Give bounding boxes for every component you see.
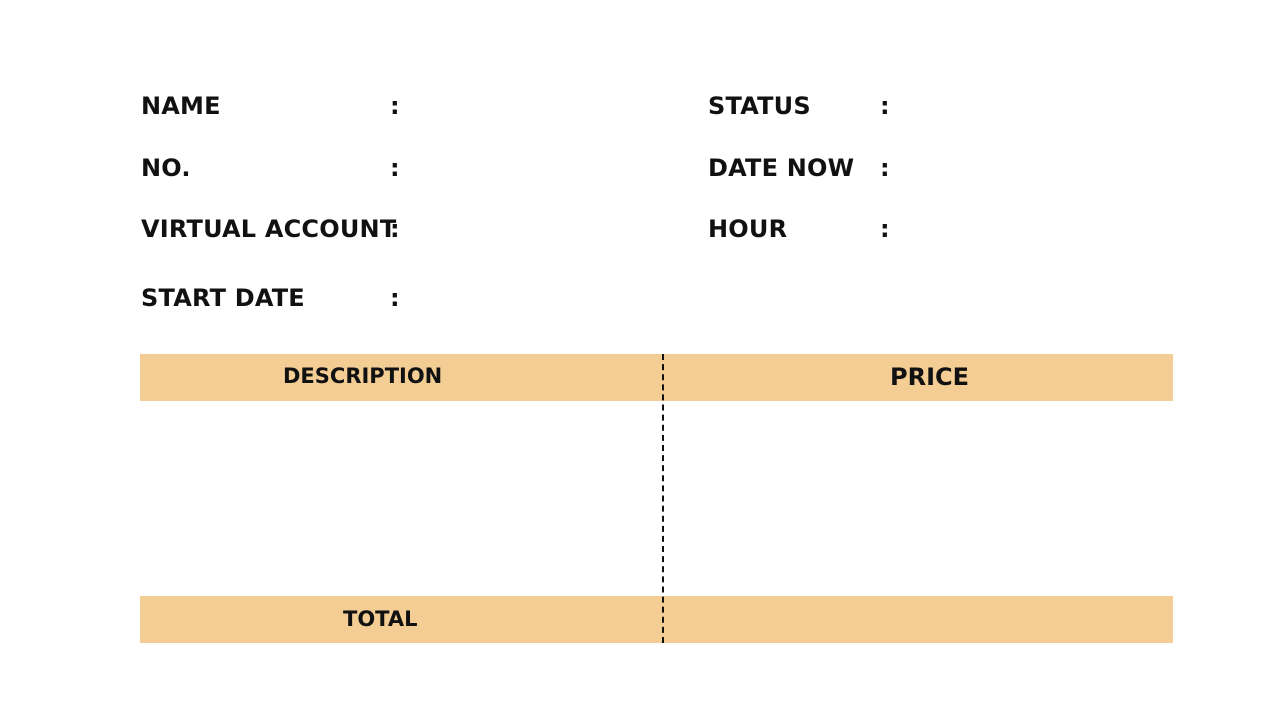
name-label: NAME [141,92,221,120]
hour-label: HOUR [708,215,788,243]
virtual-account-separator: : [390,215,400,243]
table-total-band: TOTAL [140,596,1173,643]
date-now-separator: : [880,154,890,182]
number-label: NO. [141,154,191,182]
total-label: TOTAL [343,607,418,631]
price-column-header: PRICE [890,363,970,391]
table-header-band: DESCRIPTION PRICE [140,354,1173,401]
number-separator: : [390,154,400,182]
start-date-separator: : [390,284,400,312]
date-now-label: DATE NOW [708,154,855,182]
name-separator: : [390,92,400,120]
start-date-label: START DATE [141,284,305,312]
description-column-header: DESCRIPTION [283,364,443,388]
column-divider [662,354,664,643]
status-label: STATUS [708,92,811,120]
hour-separator: : [880,215,890,243]
virtual-account-label: VIRTUAL ACCOUNT [141,215,397,243]
status-separator: : [880,92,890,120]
